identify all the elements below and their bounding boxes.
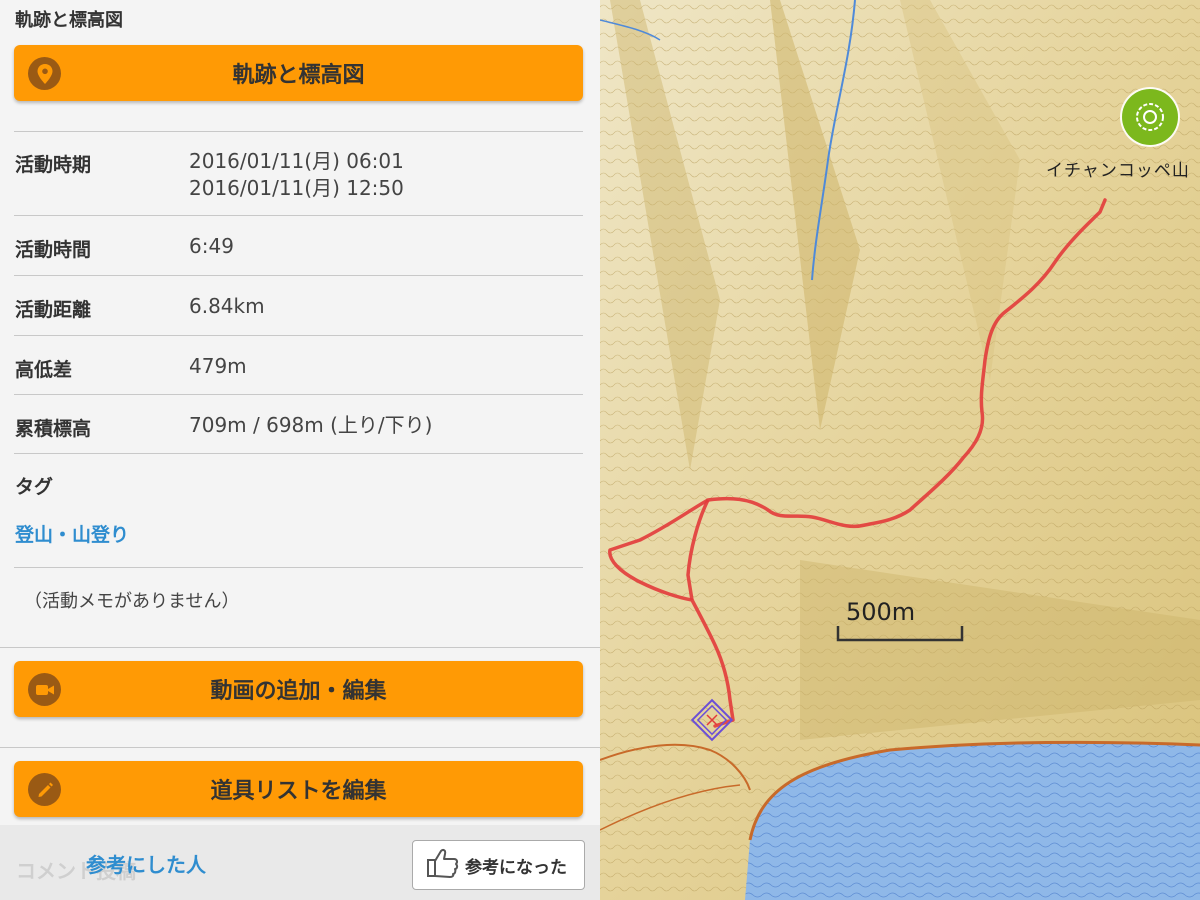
detail-value: 709m / 698m (上り/下り) <box>189 413 433 437</box>
divider <box>14 453 583 454</box>
tag-link[interactable]: 登山・山登り <box>15 520 129 547</box>
map-scale-label: 500m <box>846 598 916 626</box>
detail-key: 活動時期 <box>15 154 92 176</box>
gear-list-edit-button[interactable]: 道具リストを編集 <box>14 761 583 817</box>
track-elevation-button[interactable]: 軌跡と標高図 <box>14 45 583 101</box>
helpful-button[interactable]: 参考になった <box>412 840 585 890</box>
detail-key: 活動時間 <box>15 239 92 261</box>
map-canvas[interactable] <box>600 0 1200 900</box>
track-elevation-button-label: 軌跡と標高図 <box>232 63 365 88</box>
divider <box>0 647 600 648</box>
detail-value: 2016/01/11(月) 06:01 <box>189 149 404 173</box>
summit-marker-icon[interactable] <box>1120 87 1180 147</box>
activity-details-table: 活動時期 2016/01/11(月) 06:01 2016/01/11(月) 1… <box>14 131 583 454</box>
video-edit-button-label: 動画の追加・編集 <box>210 679 387 704</box>
detail-key: 累積標高 <box>15 418 92 440</box>
detail-key: 高低差 <box>15 359 73 381</box>
detail-row-distance: 活動距離 6.84km <box>14 275 583 335</box>
detail-row-period: 活動時期 2016/01/11(月) 06:01 2016/01/11(月) 1… <box>14 131 583 215</box>
detail-key: 活動距離 <box>15 299 92 321</box>
helpful-button-label: 参考になった <box>465 857 567 878</box>
video-camera-icon <box>28 673 61 706</box>
gear-list-edit-button-label: 道具リストを編集 <box>210 779 387 804</box>
detail-value: 479m <box>189 354 247 378</box>
activity-memo: （活動メモがありません） <box>24 591 240 612</box>
detail-value: 6:49 <box>189 234 234 258</box>
bottom-bar: コメント投稿 参考にした人 参考になった <box>0 825 600 900</box>
video-edit-button[interactable]: 動画の追加・編集 <box>14 661 583 717</box>
detail-value: 2016/01/11(月) 12:50 <box>189 176 404 200</box>
map-pin-icon <box>28 57 61 90</box>
detail-row-cumulative-elevation: 累積標高 709m / 698m (上り/下り) <box>14 394 583 454</box>
detail-value: 6.84km <box>189 294 265 318</box>
divider <box>14 567 583 568</box>
detail-row-duration: 活動時間 6:49 <box>14 215 583 275</box>
topographic-map[interactable]: イチャンコッペ山 500m <box>600 0 1200 900</box>
pencil-icon <box>28 773 61 806</box>
thumbs-up-icon <box>427 848 459 882</box>
referrers-link[interactable]: 参考にした人 <box>86 849 206 878</box>
activity-detail-panel: 軌跡と標高図 軌跡と標高図 活動時期 2016/01/11(月) 06:01 2… <box>0 0 600 900</box>
detail-row-elevation-diff: 高低差 479m <box>14 335 583 394</box>
divider <box>0 747 600 748</box>
peak-label: イチャンコッペ山 <box>1046 161 1190 181</box>
section-title: 軌跡と標高図 <box>15 10 123 31</box>
tags-heading: タグ <box>15 476 54 498</box>
